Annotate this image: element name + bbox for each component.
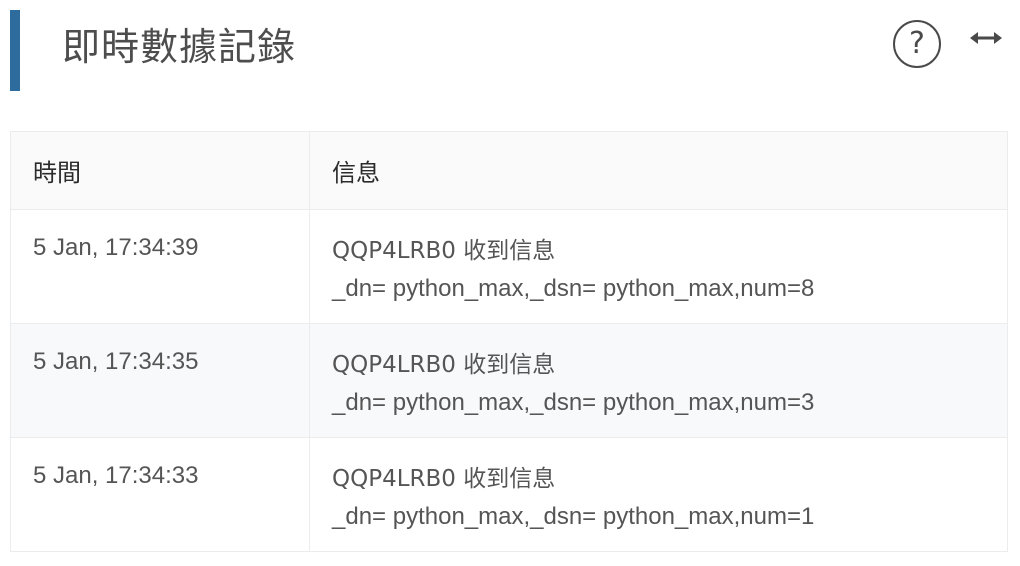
table-row: 5 Jan, 17:34:35 QQP4LRB0 收到信息 _dn= pytho… [11,323,1007,437]
expand-button[interactable] [968,26,1004,50]
time-cell: 5 Jan, 17:34:35 [11,324,310,437]
message-cell: QQP4LRB0 收到信息 _dn= python_max,_dsn= pyth… [310,324,1007,437]
table-header-row: 時間 信息 [11,132,1007,209]
column-header-message[interactable]: 信息 [310,132,1007,209]
message-detail: _dn= python_max,_dsn= python_max,num=3 [332,389,815,416]
message-title: QQP4LRB0 收到信息 [332,466,556,492]
time-cell: 5 Jan, 17:34:33 [11,438,310,551]
horizontal-arrows-icon [970,32,1002,44]
question-circle-icon: ? [909,26,925,61]
log-table: 時間 信息 5 Jan, 17:34:39 QQP4LRB0 收到信息 _dn=… [10,131,1008,552]
table-row: 5 Jan, 17:34:39 QQP4LRB0 收到信息 _dn= pytho… [11,209,1007,323]
message-title: QQP4LRB0 收到信息 [332,352,556,378]
title-accent-bar [10,10,20,91]
realtime-data-panel: 即時數據記錄 ? 時間 信息 5 Jan, 17:34:39 QQP4LRB0 … [0,0,1020,566]
table-row: 5 Jan, 17:34:33 QQP4LRB0 收到信息 _dn= pytho… [11,437,1007,551]
message-cell: QQP4LRB0 收到信息 _dn= python_max,_dsn= pyth… [310,210,1007,323]
page-title: 即時數據記錄 [62,25,297,69]
time-cell: 5 Jan, 17:34:39 [11,210,310,323]
column-header-time[interactable]: 時間 [11,132,310,209]
message-detail: _dn= python_max,_dsn= python_max,num=1 [332,503,815,530]
message-title: QQP4LRB0 收到信息 [332,238,556,264]
panel-header: 即時數據記錄 ? [0,0,1020,100]
message-cell: QQP4LRB0 收到信息 _dn= python_max,_dsn= pyth… [310,438,1007,551]
help-button[interactable]: ? [893,20,941,68]
message-detail: _dn= python_max,_dsn= python_max,num=8 [332,275,815,302]
